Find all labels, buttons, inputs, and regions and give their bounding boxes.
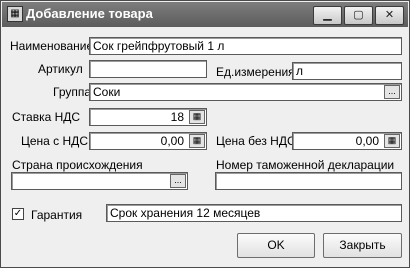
- price-with-vat-calculator-button[interactable]: ▦: [189, 134, 205, 148]
- ok-button[interactable]: OK: [237, 233, 315, 258]
- window-title: Добавление товара: [26, 6, 153, 21]
- unit-label: Ед.измерения: [216, 65, 295, 79]
- maximize-button[interactable]: ▢: [344, 6, 373, 25]
- country-field[interactable]: ...: [11, 172, 188, 190]
- country-ellipsis-button[interactable]: ...: [170, 174, 186, 188]
- group-ellipsis-button[interactable]: ...: [384, 85, 400, 99]
- customs-field[interactable]: [215, 172, 402, 190]
- close-dialog-button[interactable]: Закрыть: [323, 233, 402, 258]
- warranty-checkbox[interactable]: ✓: [12, 208, 24, 220]
- ellipsis-icon: ...: [174, 175, 182, 185]
- price-without-vat-label: Цена без НДС: [216, 134, 296, 148]
- price-with-vat-value: 0,00: [160, 134, 184, 148]
- price-with-vat-field[interactable]: 0,00 ▦: [89, 132, 207, 150]
- group-label: Группа: [53, 85, 92, 99]
- close-button[interactable]: ✕: [375, 6, 404, 25]
- customs-label: Номер таможенной декларации: [216, 158, 395, 172]
- warranty-field[interactable]: Срок хранения 12 месяцев: [106, 204, 402, 222]
- group-field[interactable]: Соки ...: [89, 83, 402, 101]
- vat-field[interactable]: 18 ▦: [89, 108, 207, 126]
- vat-label: Ставка НДС: [12, 110, 81, 124]
- vat-calculator-button[interactable]: ▦: [189, 110, 205, 124]
- ellipsis-icon: ...: [388, 86, 396, 96]
- article-field[interactable]: [89, 60, 207, 78]
- app-icon: ▦: [7, 6, 23, 22]
- calculator-icon: ▦: [192, 135, 202, 145]
- price-with-vat-label: Цена с НДС: [21, 134, 88, 148]
- minimize-button[interactable]: ▁: [313, 6, 342, 25]
- price-without-vat-calculator-button[interactable]: ▦: [384, 134, 400, 148]
- name-field[interactable]: Сок грейпфрутовый 1 л: [89, 37, 402, 55]
- vat-value: 18: [170, 110, 184, 124]
- price-without-vat-value: 0,00: [355, 134, 379, 148]
- group-value: Соки: [93, 85, 121, 99]
- add-product-dialog: ▦ Добавление товара ▁ ▢ ✕ Наименование С…: [0, 0, 410, 268]
- article-label: Артикул: [38, 62, 83, 76]
- calculator-icon: ▦: [387, 135, 397, 145]
- name-label: Наименование: [10, 39, 94, 53]
- title-bar[interactable]: ▦ Добавление товара ▁ ▢ ✕: [2, 2, 408, 27]
- calculator-icon: ▦: [192, 111, 202, 121]
- warranty-label[interactable]: Гарантия: [31, 208, 82, 222]
- country-label: Страна происхождения: [12, 158, 143, 172]
- price-without-vat-field[interactable]: 0,00 ▦: [292, 132, 402, 150]
- unit-field[interactable]: л: [292, 62, 402, 80]
